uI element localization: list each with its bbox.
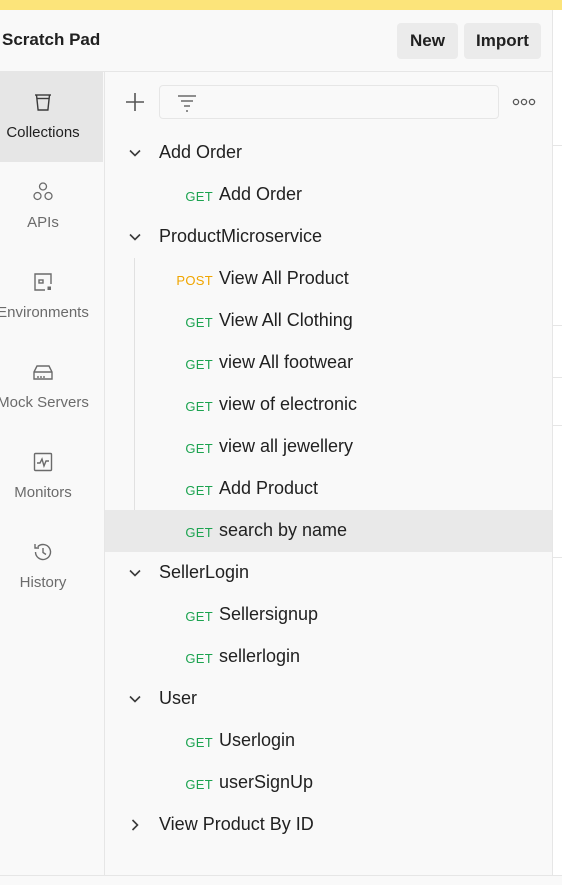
request-name: sellerlogin — [219, 646, 301, 666]
workspace-title: Scratch Pad — [2, 30, 101, 49]
workspace-header: Scratch Pad New Import — [0, 10, 552, 72]
folder-name: SellerLogin — [159, 562, 250, 582]
request-name: view all jewellery — [219, 436, 354, 456]
sidebar: Collections APIs Environments Mock Serve… — [0, 72, 104, 875]
request-name: Userlogin — [219, 730, 296, 750]
method-badge: GET — [185, 357, 213, 372]
filter-icon — [178, 95, 196, 112]
main-pane-line — [553, 425, 562, 426]
chevron-down-icon[interactable] — [127, 145, 143, 161]
chevron-right-icon[interactable] — [127, 817, 143, 833]
request-name: userSignUp — [219, 772, 314, 792]
method-badge: GET — [185, 441, 213, 456]
request-name: Add Product — [219, 478, 319, 498]
tree-request[interactable]: GET view all jewellery — [105, 426, 552, 468]
tree-request[interactable]: GET view All footwear — [105, 342, 552, 384]
sidebar-item-label: Monitors — [14, 484, 72, 501]
main-pane-line — [553, 145, 562, 146]
method-badge: GET — [185, 189, 213, 204]
method-badge: POST — [176, 273, 213, 288]
tree-folder[interactable]: User — [105, 678, 552, 720]
new-button[interactable]: New — [397, 23, 458, 59]
tree-request[interactable]: GET Sellersignup — [105, 594, 552, 636]
folder-name: User — [159, 688, 198, 708]
more-options-icon[interactable] — [512, 96, 536, 108]
sidebar-item-collections[interactable]: Collections — [0, 72, 103, 162]
monitors-icon — [33, 452, 53, 472]
sidebar-item-history[interactable]: History — [0, 522, 103, 612]
request-name: View All Clothing — [219, 310, 353, 330]
folder-name: Add Order — [159, 142, 243, 162]
tree-request[interactable]: GET View All Clothing — [105, 300, 552, 342]
main-pane-line — [553, 377, 562, 378]
tree-folder[interactable]: ProductMicroservice — [105, 216, 552, 258]
method-badge: GET — [185, 483, 213, 498]
method-badge: GET — [185, 315, 213, 330]
tree-folder[interactable]: SellerLogin — [105, 552, 552, 594]
method-badge: GET — [185, 735, 213, 750]
add-collection-icon[interactable] — [122, 89, 148, 115]
main-pane-edge — [553, 10, 562, 875]
sidebar-item-mock-servers[interactable]: Mock Servers — [0, 342, 103, 432]
sidebar-item-label: Environments — [0, 304, 89, 321]
main-pane-line — [553, 325, 562, 326]
request-name: View All Product — [219, 268, 349, 288]
chevron-down-icon[interactable] — [127, 565, 143, 581]
tree-folder[interactable]: Add Order — [105, 132, 552, 174]
request-name: view All footwear — [219, 352, 354, 372]
sidebar-item-monitors[interactable]: Monitors — [0, 432, 103, 522]
folder-name: View Product By ID — [159, 814, 314, 834]
filter-input[interactable] — [159, 85, 499, 119]
tree-request[interactable]: GET sellerlogin — [105, 636, 552, 678]
sidebar-item-label: Collections — [6, 124, 80, 141]
tree-request[interactable]: GET search by name — [105, 510, 552, 552]
folder-name: ProductMicroservice — [159, 226, 323, 246]
environments-icon — [34, 273, 52, 291]
method-badge: GET — [185, 525, 213, 540]
tree-request[interactable]: GET userSignUp — [105, 762, 552, 804]
tree-request[interactable]: GET Userlogin — [105, 720, 552, 762]
sidebar-item-label: History — [19, 574, 67, 591]
history-icon — [34, 543, 52, 561]
tree-request[interactable]: GET view of electronic — [105, 384, 552, 426]
apis-icon — [33, 182, 53, 201]
tree-request[interactable]: GET Add Order — [105, 174, 552, 216]
top-banner-strip — [0, 0, 562, 10]
request-name: view of electronic — [219, 394, 358, 414]
sidebar-item-apis[interactable]: APIs — [0, 162, 103, 252]
tree-request[interactable]: GET Add Product — [105, 468, 552, 510]
mock-servers-icon — [33, 365, 53, 380]
tree-folder[interactable]: View Product By ID — [105, 804, 552, 846]
chevron-down-icon[interactable] — [127, 229, 143, 245]
sidebar-item-label: Mock Servers — [0, 394, 89, 411]
method-badge: GET — [185, 777, 213, 792]
method-badge: GET — [185, 651, 213, 666]
tree-request[interactable]: POST View All Product — [105, 258, 552, 300]
sidebar-item-environments[interactable]: Environments — [0, 252, 103, 342]
sidebar-item-label: APIs — [27, 214, 59, 231]
bottom-divider — [0, 875, 562, 876]
request-name: Sellersignup — [219, 604, 319, 624]
request-name: search by name — [219, 520, 348, 540]
method-badge: GET — [185, 609, 213, 624]
collections-icon — [35, 94, 51, 111]
main-pane-line — [553, 557, 562, 558]
request-name: Add Order — [219, 184, 303, 204]
chevron-down-icon[interactable] — [127, 691, 143, 707]
method-badge: GET — [185, 399, 213, 414]
import-button[interactable]: Import — [464, 23, 541, 59]
